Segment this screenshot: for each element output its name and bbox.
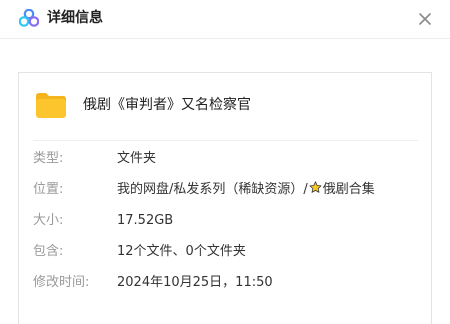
divider (33, 140, 418, 141)
cloud-drive-logo-icon (19, 9, 39, 27)
size-row: 大小: 17.52GB (33, 211, 433, 231)
location-path[interactable]: 我的网盘/私发系列（稀缺资源）/ (117, 182, 308, 197)
dialog-header: 详细信息 (0, 0, 450, 39)
folder-icon (36, 93, 66, 118)
contains-row: 包含: 12个文件、0个文件夹 (33, 242, 433, 262)
location-folder[interactable]: 俄剧合集 (323, 182, 375, 197)
modified-row: 修改时间: 2024年10月25日，11:50 (33, 273, 433, 293)
type-label: 类型: (33, 151, 64, 166)
modified-label: 修改时间: (33, 275, 90, 290)
location-row: 位置: 我的网盘/私发系列（稀缺资源）/ 俄剧合集 (33, 180, 433, 200)
modified-value: 2024年10月25日，11:50 (117, 275, 273, 290)
close-icon[interactable] (414, 8, 436, 30)
type-value: 文件夹 (117, 151, 157, 166)
contains-label: 包含: (33, 244, 64, 259)
contains-value: 12个文件、0个文件夹 (117, 244, 246, 259)
type-row: 类型: 文件夹 (33, 149, 433, 169)
file-name: 俄剧《审判者》又名检察官 (83, 97, 251, 113)
size-value: 17.52GB (117, 213, 174, 228)
file-details-dialog: 详细信息 俄剧《审判者》又名检察官 类型: 文件夹 位置: 我的网盘/私发系列（… (0, 0, 450, 324)
location-label: 位置: (33, 182, 64, 197)
location-value: 我的网盘/私发系列（稀缺资源）/ 俄剧合集 (117, 180, 375, 200)
dialog-title: 详细信息 (47, 10, 103, 26)
size-label: 大小: (33, 213, 64, 228)
star-icon (309, 181, 322, 193)
